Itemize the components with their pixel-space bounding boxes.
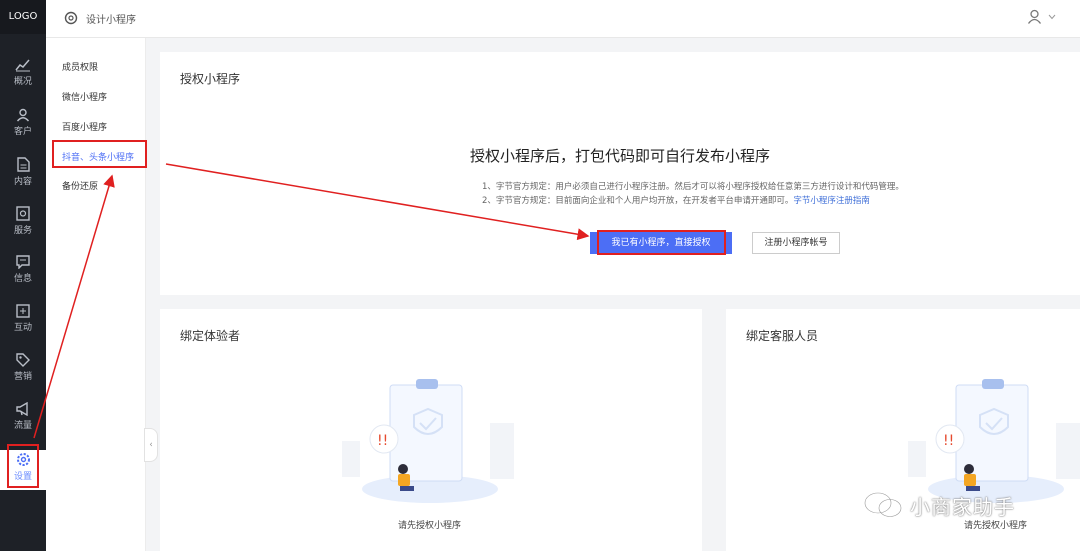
rail-label: 流量 bbox=[13, 421, 32, 431]
rail-label: 服务 bbox=[13, 226, 32, 236]
interaction-icon bbox=[16, 304, 30, 318]
card-title: 绑定体验者 bbox=[180, 329, 241, 343]
chevron-down-icon bbox=[1048, 14, 1056, 19]
empty-state-text: 请先授权小程序 bbox=[398, 521, 462, 531]
submenu-item-wechat[interactable]: 微信小程序 bbox=[62, 90, 107, 103]
rail-item-traffic[interactable]: 流量 bbox=[0, 402, 46, 431]
submenu-item-douyin[interactable]: 抖音、头条小程序 bbox=[62, 150, 134, 163]
miniprogram-icon bbox=[64, 10, 78, 29]
rail-label: 设置 bbox=[13, 472, 32, 482]
tag-icon bbox=[16, 353, 30, 367]
wechat-icon bbox=[863, 491, 903, 518]
submenu-item-members[interactable]: 成员权限 bbox=[62, 60, 98, 73]
message-icon bbox=[16, 255, 30, 269]
collapse-handle[interactable]: ‹ bbox=[144, 428, 158, 462]
submenu-item-baidu[interactable]: 百度小程序 bbox=[62, 120, 107, 133]
top-header: 设计小程序 bbox=[46, 0, 1080, 38]
nav-rail: LOGO 概况 客户 内容 服务 信息 互动 营销 流量 设置 bbox=[0, 0, 46, 551]
bind-tester-card: 绑定体验者 !! 请先授权小程序 bbox=[160, 309, 702, 551]
document-icon bbox=[16, 157, 30, 172]
svg-text:!!: !! bbox=[377, 433, 388, 449]
rules-list: 1、字节官方规定：用户必须自己进行小程序注册。然后才可以将小程序授权给任意第三方… bbox=[482, 180, 904, 208]
rail-item-marketing[interactable]: 营销 bbox=[0, 353, 46, 382]
rail-item-overview[interactable]: 概况 bbox=[0, 58, 46, 87]
rail-item-settings[interactable]: 设置 bbox=[0, 450, 46, 490]
rail-label: 营销 bbox=[13, 372, 32, 382]
page-title: 设计小程序 bbox=[86, 15, 136, 26]
user-menu[interactable] bbox=[1027, 9, 1056, 24]
rail-item-service[interactable]: 服务 bbox=[0, 206, 46, 236]
settings-submenu: 成员权限 微信小程序 百度小程序 抖音、头条小程序 备份还原 bbox=[46, 38, 146, 551]
rule-text: 2、字节官方规定：目前面向企业和个人用户均开放，在开发者平台申请开通即可。 bbox=[482, 196, 794, 206]
user-icon bbox=[1027, 9, 1042, 24]
rail-label: 互动 bbox=[13, 323, 32, 333]
submenu-item-backup[interactable]: 备份还原 bbox=[62, 179, 98, 192]
service-icon bbox=[16, 206, 30, 221]
user-icon bbox=[16, 108, 30, 122]
register-account-button[interactable]: 注册小程序帐号 bbox=[752, 232, 840, 254]
rail-item-content[interactable]: 内容 bbox=[0, 157, 46, 187]
authorize-button[interactable]: 我已有小程序，直接授权 bbox=[590, 232, 732, 254]
authorize-card: 授权小程序 授权小程序后，打包代码即可自行发布小程序 1、字节官方规定：用户必须… bbox=[160, 52, 1080, 295]
rail-label: 概况 bbox=[13, 77, 32, 87]
empty-state-illustration: !! bbox=[342, 379, 514, 503]
logo: LOGO bbox=[0, 0, 46, 34]
chart-icon bbox=[15, 59, 30, 72]
watermark: 小商家助手 bbox=[862, 490, 1015, 520]
watermark-text: 小商家助手 bbox=[910, 494, 1015, 519]
rail-item-message[interactable]: 信息 bbox=[0, 255, 46, 284]
svg-text:!!: !! bbox=[943, 433, 954, 449]
authorize-headline: 授权小程序后，打包代码即可自行发布小程序 bbox=[469, 147, 770, 165]
rail-label: 内容 bbox=[13, 177, 32, 187]
rule-line: 2、字节官方规定：目前面向企业和个人用户均开放，在开发者平台申请开通即可。字节小… bbox=[482, 194, 904, 208]
rule-text: 1、字节官方规定：用户必须自己进行小程序注册。然后才可以将小程序授权给任意第三方… bbox=[482, 182, 904, 192]
rail-item-interaction[interactable]: 互动 bbox=[0, 304, 46, 333]
rail-item-customer[interactable]: 客户 bbox=[0, 108, 46, 137]
card-title: 绑定客服人员 bbox=[746, 329, 819, 343]
register-guide-link[interactable]: 字节小程序注册指南 bbox=[793, 196, 870, 206]
gear-icon bbox=[16, 453, 30, 466]
megaphone-icon bbox=[15, 402, 28, 416]
rail-label: 信息 bbox=[13, 274, 32, 284]
card-title: 授权小程序 bbox=[180, 72, 241, 86]
rail-label: 客户 bbox=[13, 127, 32, 137]
